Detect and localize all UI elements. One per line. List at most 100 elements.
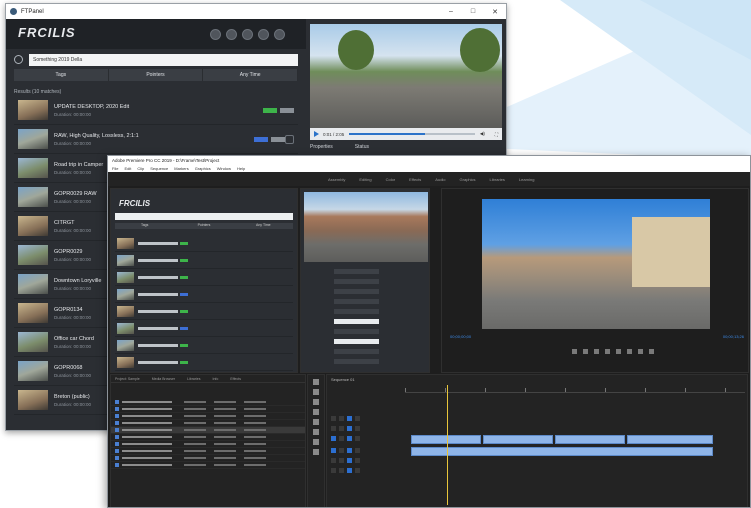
extract-icon[interactable] <box>638 349 643 354</box>
menu-clip[interactable]: Clip <box>137 166 144 171</box>
list-item[interactable] <box>115 269 293 286</box>
track-header-v3[interactable] <box>331 415 401 422</box>
table-row[interactable] <box>111 413 305 420</box>
tab-status[interactable]: Status <box>355 144 369 150</box>
ripple-edit-icon[interactable] <box>313 399 319 405</box>
video-clip[interactable] <box>627 435 713 444</box>
close-icon[interactable]: ✕ <box>484 8 506 16</box>
pen-tool-icon[interactable] <box>313 429 319 435</box>
tab-media-browser[interactable]: Media Browser <box>152 377 175 381</box>
tab-libraries[interactable]: Libraries <box>187 377 200 381</box>
workspace-audio[interactable]: Audio <box>435 177 445 182</box>
table-row[interactable] <box>111 455 305 462</box>
timeline-tab[interactable]: Sequence 01 <box>331 377 355 382</box>
mark-in-icon[interactable] <box>572 349 577 354</box>
tab-project[interactable]: Project: Sample <box>115 377 140 381</box>
mark-out-icon[interactable] <box>583 349 588 354</box>
table-row[interactable] <box>111 406 305 413</box>
tab-properties[interactable]: Properties <box>310 144 333 150</box>
seek-bar[interactable] <box>349 133 475 135</box>
audio-clip[interactable] <box>411 447 713 456</box>
slip-tool-icon[interactable] <box>313 419 319 425</box>
table-row[interactable] <box>111 399 305 406</box>
list-item[interactable] <box>115 337 293 354</box>
video-preview[interactable] <box>310 24 502 130</box>
menu-graphics[interactable]: Graphics <box>195 166 211 171</box>
play-icon[interactable] <box>605 349 610 354</box>
refresh-icon[interactable] <box>258 29 269 40</box>
menu-sequence[interactable]: Sequence <box>150 166 168 171</box>
timeline-ruler[interactable] <box>405 385 745 393</box>
table-row[interactable] <box>111 441 305 448</box>
menu-help[interactable]: Help <box>237 166 245 171</box>
filter-tags[interactable]: Tags <box>115 223 174 229</box>
add-to-project-icon[interactable] <box>285 134 294 144</box>
workspace-graphics[interactable]: Graphics <box>460 177 476 182</box>
filter-pointers[interactable]: Pointers <box>174 223 233 229</box>
filter-pointers[interactable]: Pointers <box>109 69 204 81</box>
track-header-v2[interactable] <box>331 425 401 432</box>
workspace-libraries[interactable]: Libraries <box>490 177 505 182</box>
filter-time[interactable]: Any Time <box>234 223 293 229</box>
table-row[interactable] <box>111 420 305 427</box>
program-preview[interactable] <box>482 199 710 329</box>
help-icon[interactable] <box>274 29 285 40</box>
video-clip[interactable] <box>483 435 553 444</box>
minimize-icon[interactable]: – <box>440 8 462 15</box>
list-item[interactable] <box>115 320 293 337</box>
metadata-field[interactable] <box>334 338 379 344</box>
volume-icon[interactable]: ◀) <box>480 131 485 137</box>
tab-effects[interactable]: Effects <box>230 377 241 381</box>
selection-tool-icon[interactable] <box>313 379 319 385</box>
step-back-icon[interactable] <box>594 349 599 354</box>
user-icon[interactable] <box>226 29 237 40</box>
razor-tool-icon[interactable] <box>313 409 319 415</box>
playhead[interactable] <box>447 385 448 505</box>
filter-time[interactable]: Any Time <box>203 69 299 81</box>
workspace-editing[interactable]: Editing <box>359 177 371 182</box>
video-clip[interactable] <box>555 435 625 444</box>
tab-info[interactable]: Info <box>213 377 219 381</box>
list-item[interactable] <box>115 354 293 371</box>
export-frame-icon[interactable] <box>649 349 654 354</box>
menu-file[interactable]: File <box>112 166 118 171</box>
list-item[interactable] <box>115 286 293 303</box>
maximize-icon[interactable]: □ <box>462 8 484 15</box>
workspace-learning[interactable]: Learning <box>519 177 535 182</box>
table-row[interactable] <box>111 462 305 469</box>
hand-tool-icon[interactable] <box>313 439 319 445</box>
table-row[interactable] <box>111 427 305 434</box>
video-clip[interactable] <box>411 435 481 444</box>
fullscreen-icon[interactable]: ⛶ <box>495 132 498 137</box>
table-row[interactable] <box>111 434 305 441</box>
step-forward-icon[interactable] <box>616 349 621 354</box>
filter-tags[interactable]: Tags <box>14 69 109 81</box>
track-header-a1[interactable] <box>331 447 401 454</box>
workspace-assembly[interactable]: Assembly <box>328 177 345 182</box>
track-header-a2[interactable] <box>331 457 401 464</box>
upload-icon[interactable] <box>242 29 253 40</box>
menu-window[interactable]: Window <box>217 166 231 171</box>
track-select-icon[interactable] <box>313 389 319 395</box>
workspace-effects[interactable]: Effects <box>409 177 421 182</box>
play-icon[interactable] <box>314 131 319 137</box>
list-item[interactable] <box>115 235 293 252</box>
lift-icon[interactable] <box>627 349 632 354</box>
metadata-field[interactable] <box>334 318 379 324</box>
type-tool-icon[interactable] <box>313 449 319 455</box>
track-header-a3[interactable] <box>331 467 401 474</box>
search-input[interactable] <box>29 53 298 66</box>
list-item[interactable] <box>115 252 293 269</box>
table-row[interactable] <box>111 448 305 455</box>
search-icon[interactable] <box>14 55 23 64</box>
source-preview[interactable] <box>304 192 428 262</box>
list-item[interactable]: UPDATE DESKTOP, 2020 Edit Duration: 00:0… <box>14 96 298 125</box>
workspace-color[interactable]: Color <box>386 177 396 182</box>
track-header-v1[interactable] <box>331 435 401 442</box>
settings-icon[interactable] <box>210 29 221 40</box>
list-item[interactable]: RAW, High Quality, Lossless, 2:1:1 Durat… <box>14 125 298 154</box>
search-input[interactable] <box>115 213 293 220</box>
list-item[interactable] <box>115 303 293 320</box>
menu-markers[interactable]: Markers <box>174 166 188 171</box>
menu-edit[interactable]: Edit <box>124 166 131 171</box>
